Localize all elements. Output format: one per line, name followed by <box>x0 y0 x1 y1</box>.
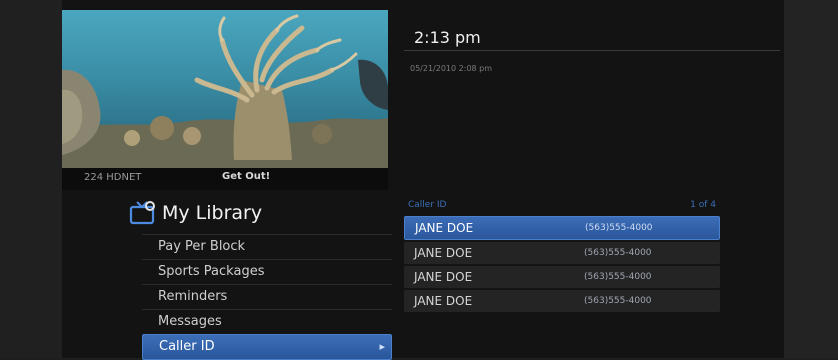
left-margin <box>0 0 62 358</box>
call-timestamp: 05/21/2010 2:08 pm <box>410 64 493 73</box>
caller-phone: (563)555-4000 <box>584 296 652 306</box>
menu-item-label: Pay Per Block <box>158 239 246 254</box>
menu-item-pay-per-block[interactable]: Pay Per Block <box>142 234 392 259</box>
menu-item-label: Sports Packages <box>158 264 265 279</box>
program-title: Get Out! <box>222 171 271 182</box>
library-title: My Library <box>162 202 263 224</box>
caller-row[interactable]: JANE DOE (563)555-4000 <box>404 266 720 288</box>
caller-row[interactable]: JANE DOE (563)555-4000 <box>404 290 720 312</box>
caller-phone: (563)555-4000 <box>585 223 653 233</box>
caller-id-list: Caller ID 1 of 4 JANE DOE (563)555-4000 … <box>404 200 720 312</box>
menu-item-sports-packages[interactable]: Sports Packages <box>142 259 392 284</box>
caller-name: JANE DOE <box>414 246 473 260</box>
menu-item-label: Reminders <box>158 289 228 304</box>
library-header: My Library <box>128 200 262 226</box>
coral-reef-scene <box>62 14 388 168</box>
page-indicator: 1 of 4 <box>690 200 716 210</box>
current-time: 2:13 pm <box>414 28 481 47</box>
menu-item-reminders[interactable]: Reminders <box>142 284 392 309</box>
channel-label: 224 HDNET <box>84 172 142 183</box>
menu-item-caller-id[interactable]: Caller ID ▸ <box>142 334 392 360</box>
divider <box>404 50 780 51</box>
caller-phone: (563)555-4000 <box>584 248 652 258</box>
menu-item-label: Messages <box>158 314 222 329</box>
caller-name: JANE DOE <box>414 294 473 308</box>
right-margin <box>784 0 838 358</box>
video-preview <box>62 10 388 168</box>
caller-row[interactable]: JANE DOE (563)555-4000 <box>404 216 720 240</box>
library-menu: Pay Per Block Sports Packages Reminders … <box>142 234 392 360</box>
menu-item-messages[interactable]: Messages <box>142 309 392 334</box>
caller-row[interactable]: JANE DOE (563)555-4000 <box>404 242 720 264</box>
now-playing-bar: 224 HDNET Get Out! <box>62 168 388 190</box>
menu-item-label: Caller ID <box>159 339 215 354</box>
list-header: Caller ID 1 of 4 <box>404 200 720 214</box>
chevron-right-icon: ▸ <box>379 340 385 353</box>
caller-name: JANE DOE <box>415 221 474 235</box>
list-title: Caller ID <box>408 200 447 210</box>
caller-phone: (563)555-4000 <box>584 272 652 282</box>
tv-icon <box>129 201 155 225</box>
caller-name: JANE DOE <box>414 270 473 284</box>
